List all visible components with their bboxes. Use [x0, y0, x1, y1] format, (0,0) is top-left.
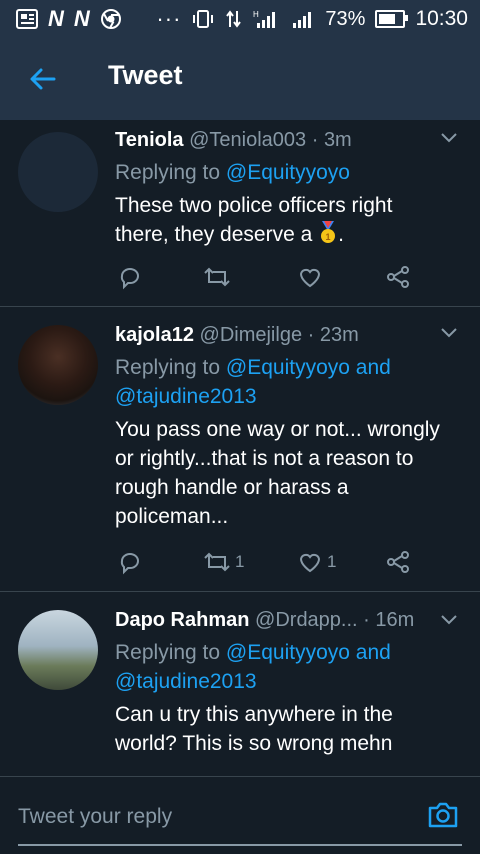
status-bar: N N ··· H 73% 10:30: [0, 0, 480, 38]
medal-icon: 1: [321, 221, 336, 243]
tweet-card[interactable]: Teniola @Teniola003 · 3m Replying to @Eq…: [0, 120, 480, 307]
tweet-header: Dapo Rahman @Drdapp... · 16m: [115, 606, 462, 634]
tweet-text-suffix: .: [338, 223, 344, 246]
tweet-header: Teniola @Teniola003 · 3m: [115, 126, 462, 154]
heart-icon[interactable]: [297, 549, 323, 575]
reply-action[interactable]: [117, 547, 143, 577]
user-name[interactable]: kajola12: [115, 324, 194, 346]
chrome-icon: [100, 9, 121, 29]
reply-underline: [18, 844, 462, 846]
replying-to: Replying to @Equityyoyo and @tajudine201…: [115, 638, 425, 696]
battery-level: [379, 14, 396, 24]
back-arrow-icon[interactable]: [28, 64, 58, 94]
reply-bar: [0, 778, 480, 854]
separator: ·: [302, 324, 320, 346]
svg-text:1: 1: [326, 232, 331, 242]
app-bar: Tweet: [0, 38, 480, 120]
n-icon: N: [48, 6, 64, 31]
share-icon[interactable]: [385, 264, 411, 290]
tweet-text: These two police officers right there, t…: [115, 191, 435, 249]
heart-icon[interactable]: [297, 264, 323, 290]
battery-icon: [375, 10, 409, 28]
more-dots: ···: [156, 6, 182, 31]
tweet-actions: [115, 262, 425, 292]
share-action[interactable]: [385, 547, 411, 577]
vibrate-icon: [193, 10, 214, 28]
signal-icon: [293, 12, 312, 28]
camera-icon[interactable]: [426, 798, 460, 832]
retweet-icon[interactable]: [203, 264, 231, 290]
replying-prefix: Replying to: [115, 641, 226, 664]
tweet-time: 16m: [375, 609, 415, 631]
avatar[interactable]: [18, 325, 98, 405]
retweet-icon[interactable]: [203, 549, 231, 575]
like-action[interactable]: [297, 262, 327, 292]
replying-prefix: Replying to: [115, 356, 226, 379]
tweet-text: Can u try this anywhere in the world? Th…: [115, 703, 393, 755]
tweet-card[interactable]: kajola12 @Dimejilge · 23m Replying to @E…: [0, 307, 480, 592]
news-icon: [16, 9, 38, 29]
like-count: 1: [327, 552, 337, 571]
n-icon: N: [73, 6, 90, 31]
like-action[interactable]: 1: [297, 547, 336, 577]
data-transfer-icon: [226, 10, 242, 28]
clock: 10:30: [415, 7, 468, 30]
reply-input[interactable]: [18, 800, 398, 834]
separator: ·: [306, 129, 324, 151]
retweet-action[interactable]: 1: [203, 547, 244, 577]
page-title: Tweet: [108, 60, 183, 90]
separator: ·: [357, 609, 376, 631]
tweet-time: 23m: [319, 324, 359, 346]
replying-prefix: Replying to: [115, 161, 226, 184]
tweet-time: 3m: [323, 129, 352, 151]
user-handle: @Dimejilge: [199, 324, 303, 346]
user-name[interactable]: Dapo Rahman: [115, 609, 249, 631]
tweet-header: kajola12 @Dimejilge · 23m: [115, 321, 462, 349]
tweet-card[interactable]: Dapo Rahman @Drdapp... · 16m Replying to…: [0, 592, 480, 777]
tweet-actions: 1 1: [115, 547, 425, 577]
tweet-text-body: These two police officers right there, t…: [115, 194, 393, 246]
signal-h-icon: H: [253, 10, 276, 28]
replying-to: Replying to @Equityyoyo and @tajudine201…: [115, 353, 425, 411]
svg-text:H: H: [253, 10, 259, 19]
share-action[interactable]: [385, 262, 411, 292]
reply-icon[interactable]: [117, 549, 143, 575]
battery-percent: 73%: [325, 7, 366, 30]
reply-icon[interactable]: [117, 264, 143, 290]
mention-link[interactable]: @Equityyoyo: [226, 161, 350, 184]
replying-to: Replying to @Equityyoyo: [115, 158, 462, 187]
avatar[interactable]: [18, 610, 98, 690]
avatar[interactable]: [18, 132, 98, 212]
share-icon[interactable]: [385, 549, 411, 575]
retweet-action[interactable]: [203, 262, 235, 292]
user-handle: @Drdapp...: [255, 609, 358, 631]
user-name[interactable]: Teniola: [115, 129, 184, 151]
reply-action[interactable]: [117, 262, 143, 292]
retweet-count: 1: [235, 552, 245, 571]
user-handle: @Teniola003: [189, 129, 307, 151]
tweet-text: You pass one way or not... wrongly or ri…: [115, 418, 440, 528]
